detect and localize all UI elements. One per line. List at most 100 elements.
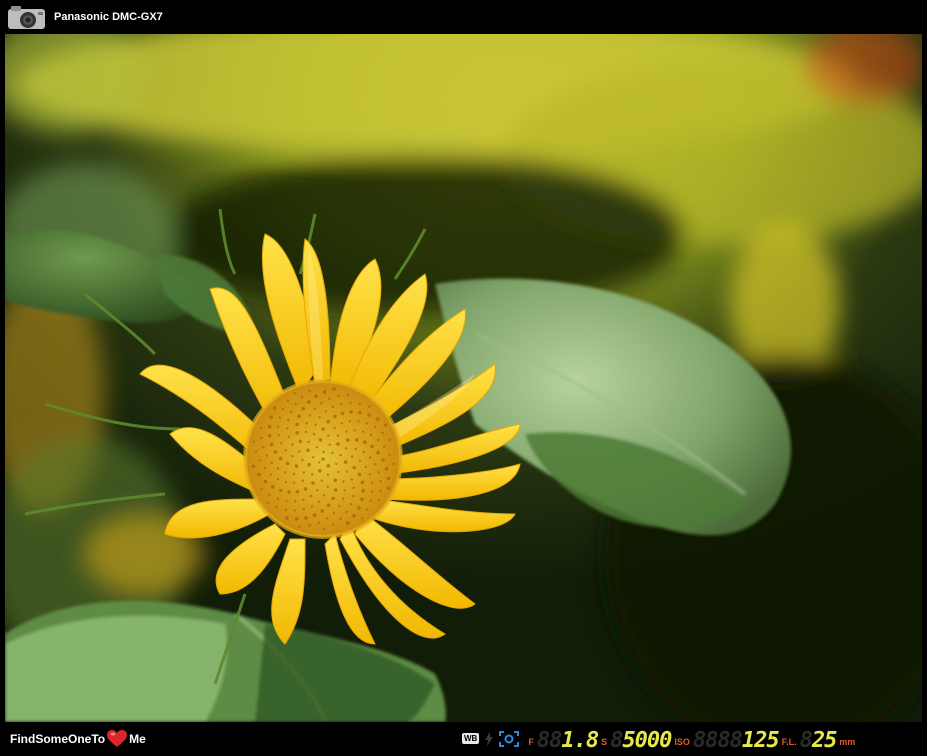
seed-dot [318,416,321,419]
seed-dot [294,517,299,521]
seed-dot [342,480,345,483]
seed-dot [368,473,371,476]
seed-dot [298,525,301,528]
metering-icon [499,731,520,747]
seed-dot [263,479,268,484]
heart-icon [107,730,128,747]
seed-dot [370,481,374,484]
seed-dot [300,395,304,399]
seed-dot [331,451,334,455]
seed-dot [326,419,331,424]
seed-dot [276,467,280,470]
focal-ghost-digits: 8 [799,728,813,753]
seed-dot [328,397,331,401]
seed-dot [377,471,380,474]
seed-dot [381,431,384,434]
seed-dot [311,473,314,476]
seed-dot [312,513,317,517]
seed-dot [333,426,336,430]
seed-dot [367,413,371,417]
iso-value: 125 [741,728,780,753]
seed-dot [361,489,366,493]
seed-dot [309,494,313,498]
seed-dot [268,493,271,496]
seed-dot [376,450,380,455]
seed-dot [362,451,365,454]
seed-dot [345,521,350,525]
seed-dot [374,463,377,466]
seed-dot [267,434,272,438]
seed-dot [384,467,389,471]
seed-dot [278,456,283,461]
bottom-bar: FindSomeOneTo Me WB F 881.8 S 85000 ISO … [0,722,927,756]
seed-dot [267,424,272,429]
seed-dot [328,443,331,446]
iso-label: ISO [674,737,690,747]
seed-dot [349,402,352,405]
seed-dot [307,400,311,404]
seed-dot [273,450,278,454]
seed-dot [308,389,311,392]
seed-dot [358,402,361,406]
seed-dot [304,430,308,434]
seed-dot [344,447,348,450]
seed-dot [313,407,316,410]
flash-icon [485,732,494,746]
seed-dot [350,455,354,458]
seed-dot [271,485,275,489]
seed-dot [333,478,338,483]
seed-dot [302,498,305,501]
seed-dot [301,458,304,462]
seed-dot [381,458,385,462]
shutter-label: S [601,737,608,747]
shutter-ghost-digits: 8 [610,728,623,753]
seed-dot [384,423,388,427]
seed-dot [364,465,367,469]
camera-model-label: Panasonic DMC-GX7 [54,11,163,23]
seed-dot [302,471,305,474]
seed-dot [357,420,360,423]
seed-dot [357,472,362,477]
seed-dot [317,500,320,503]
seed-dot [263,467,266,470]
seed-dot [306,448,310,453]
seed-dot [298,439,303,444]
seed-dot [323,494,326,497]
seed-dot [257,472,261,477]
seed-dot [339,453,342,457]
seed-dot [262,446,265,449]
shutter-readout: 85000 [610,728,672,753]
seed-dot [314,394,318,399]
seed-dot [294,402,297,406]
seed-dot [322,450,325,454]
seed-dot [286,427,289,430]
seed-dot [370,444,374,449]
seed-dot [348,420,352,423]
seed-dot [315,446,319,449]
seed-dot [333,414,337,419]
seed-dot [388,438,391,442]
seed-dot [358,410,362,415]
seed-dot [251,464,256,469]
seed-dot [312,456,315,459]
seed-dot [339,517,342,520]
seed-dot [287,490,291,494]
seed-dot [302,508,305,511]
seed-dot [277,425,280,428]
seed-dot [277,434,280,437]
focal-length-readout: 825 [799,728,838,753]
seed-dot [352,494,355,498]
seed-dot [301,406,305,411]
seed-dot [314,423,317,426]
seed-dot [297,414,301,419]
seed-dot [326,503,331,508]
seed-dot [295,431,300,435]
seed-dot [369,499,372,502]
focal-unit: mm [839,737,856,747]
seed-dot [340,403,343,406]
seed-dot [386,486,391,491]
seed-dot [278,488,283,493]
seed-dot [287,435,290,438]
seed-dot [321,457,325,461]
aperture-readout: 881.8 [537,730,599,752]
